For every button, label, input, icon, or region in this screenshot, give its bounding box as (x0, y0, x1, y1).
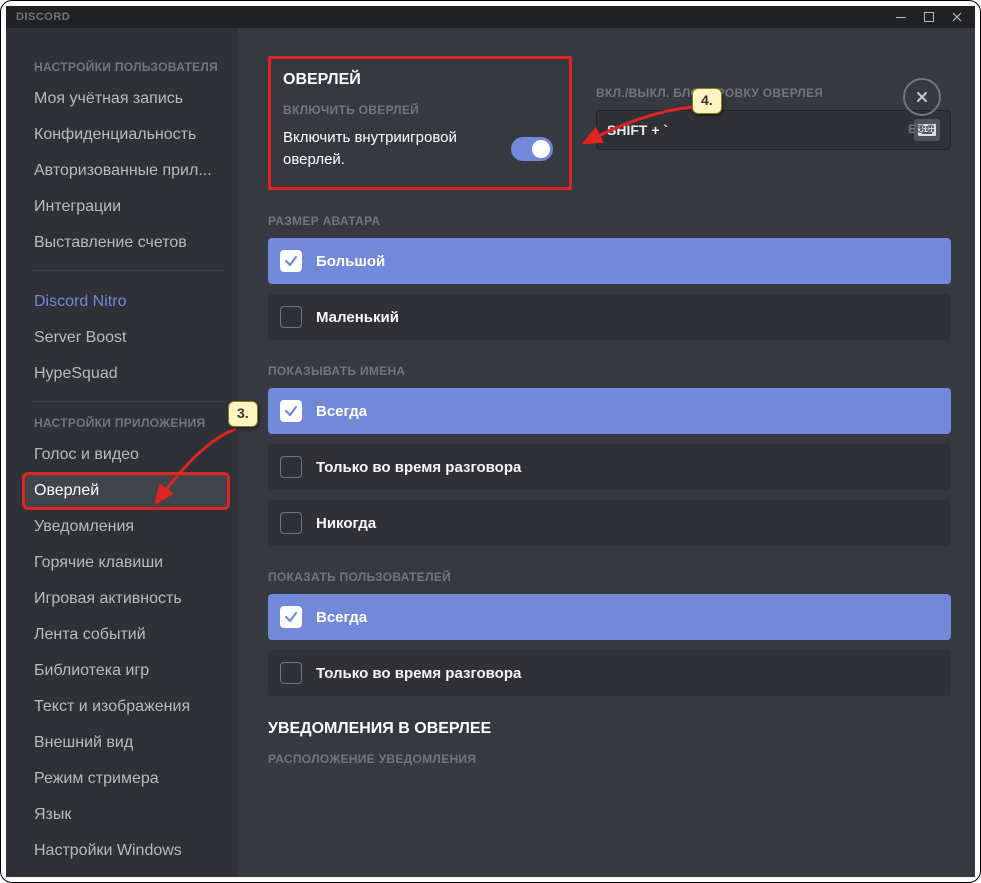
close-button[interactable] (943, 6, 971, 28)
option-label: Только во время разговора (316, 459, 521, 476)
option-label: Всегда (316, 609, 367, 626)
keybind-value: SHIFT + ` (607, 122, 668, 138)
annotation-callout-4: 4. (692, 88, 722, 114)
close-icon (903, 78, 941, 116)
sidebar-item-hotkeys[interactable]: Горячие клавиши (24, 546, 228, 580)
close-settings[interactable]: ESC (903, 78, 941, 136)
show-names-option-always[interactable]: Всегда (268, 388, 951, 434)
checkbox-checked-icon (280, 606, 302, 628)
notification-position-label: РАСПОЛОЖЕНИЕ УВЕДОМЛЕНИЯ (268, 752, 951, 766)
titlebar: DISCORD (6, 6, 975, 28)
overlay-enable-block: ОВЕРЛЕЙ ВКЛЮЧИТЬ ОВЕРЛЕЙ Включить внутри… (268, 56, 572, 190)
sidebar-item-authorized-apps[interactable]: Авторизованные прил... (24, 154, 228, 188)
show-names-label: ПОКАЗЫВАТЬ ИМЕНА (268, 364, 951, 378)
sidebar-item-streamer-mode[interactable]: Режим стримера (24, 762, 228, 796)
show-names-options: Всегда Только во время разговора Никогда (268, 388, 951, 546)
sidebar-item-server-boost[interactable]: Server Boost (24, 321, 228, 355)
sidebar-item-integrations[interactable]: Интеграции (24, 190, 228, 224)
sidebar-header-app-settings: НАСТРОЙКИ ПРИЛОЖЕНИЯ (34, 416, 228, 430)
option-label: Только во время разговора (316, 665, 521, 682)
lock-overlay-label: ВКЛ./ВЫКЛ. БЛОКИРОВКУ ОВЕРЛЕЯ (596, 86, 951, 100)
checkbox-unchecked-icon (280, 456, 302, 478)
enable-overlay-description: Включить внутриигровой оверлей. (283, 127, 495, 171)
app-title: DISCORD (10, 11, 70, 23)
sidebar-item-overlay[interactable]: Оверлей (24, 474, 228, 508)
option-label: Никогда (316, 515, 376, 532)
overlay-notifications-title: УВЕДОМЛЕНИЯ В ОВЕРЛЕЕ (268, 720, 951, 738)
sidebar-item-windows-settings[interactable]: Настройки Windows (24, 834, 228, 868)
option-label: Маленький (316, 309, 399, 326)
avatar-size-option-small[interactable]: Маленький (268, 294, 951, 340)
sidebar-item-privacy[interactable]: Конфиденциальность (24, 118, 228, 152)
avatar-size-option-large[interactable]: Большой (268, 238, 951, 284)
checkbox-unchecked-icon (280, 662, 302, 684)
sidebar-item-game-activity[interactable]: Игровая активность (24, 582, 228, 616)
maximize-button[interactable] (915, 6, 943, 28)
show-users-label: ПОКАЗАТЬ ПОЛЬЗОВАТЕЛЕЙ (268, 570, 951, 584)
sidebar-item-language[interactable]: Язык (24, 798, 228, 832)
app-window: DISCORD НАСТРОЙКИ ПОЛЬЗОВАТЕЛЯ Моя учётн… (6, 6, 975, 877)
avatar-size-label: РАЗМЕР АВАТАРА (268, 214, 951, 228)
sidebar-item-billing[interactable]: Выставление счетов (24, 226, 228, 260)
esc-label: ESC (908, 122, 936, 136)
page-title: ОВЕРЛЕЙ (283, 71, 553, 89)
avatar-size-options: Большой Маленький (268, 238, 951, 340)
show-users-option-always[interactable]: Всегда (268, 594, 951, 640)
show-users-options: Всегда Только во время разговора (268, 594, 951, 696)
checkbox-unchecked-icon (280, 306, 302, 328)
sidebar-item-discord-nitro[interactable]: Discord Nitro (24, 285, 228, 319)
option-label: Всегда (316, 403, 367, 420)
enable-overlay-toggle[interactable] (511, 137, 553, 161)
show-names-option-never[interactable]: Никогда (268, 500, 951, 546)
checkbox-unchecked-icon (280, 512, 302, 534)
minimize-button[interactable] (887, 6, 915, 28)
show-names-option-speaking[interactable]: Только во время разговора (268, 444, 951, 490)
sidebar-item-appearance[interactable]: Внешний вид (24, 726, 228, 760)
sidebar-item-account[interactable]: Моя учётная запись (24, 82, 228, 116)
sidebar-separator (32, 401, 226, 402)
sidebar-item-event-feed[interactable]: Лента событий (24, 618, 228, 652)
sidebar-item-voice-video[interactable]: Голос и видео (24, 438, 228, 472)
checkbox-checked-icon (280, 400, 302, 422)
sidebar-item-notifications[interactable]: Уведомления (24, 510, 228, 544)
enable-overlay-label: ВКЛЮЧИТЬ ОВЕРЛЕЙ (283, 103, 553, 117)
lock-overlay-keybind-input[interactable]: SHIFT + ` (596, 110, 951, 150)
sidebar-item-text-images[interactable]: Текст и изображения (24, 690, 228, 724)
option-label: Большой (316, 253, 385, 270)
settings-content: ESC ОВЕРЛЕЙ ВКЛЮЧИТЬ ОВЕРЛЕЙ Включить вн… (238, 28, 975, 877)
sidebar-item-game-library[interactable]: Библиотека игр (24, 654, 228, 688)
settings-sidebar: НАСТРОЙКИ ПОЛЬЗОВАТЕЛЯ Моя учётная запис… (6, 28, 238, 877)
sidebar-scrollbar[interactable] (230, 28, 238, 877)
sidebar-header-user-settings: НАСТРОЙКИ ПОЛЬЗОВАТЕЛЯ (34, 60, 228, 74)
sidebar-separator (32, 270, 226, 271)
checkbox-checked-icon (280, 250, 302, 272)
window-controls (887, 6, 971, 28)
annotation-callout-3: 3. (228, 401, 258, 427)
sidebar-item-hypesquad[interactable]: HypeSquad (24, 357, 228, 391)
show-users-option-speaking[interactable]: Только во время разговора (268, 650, 951, 696)
